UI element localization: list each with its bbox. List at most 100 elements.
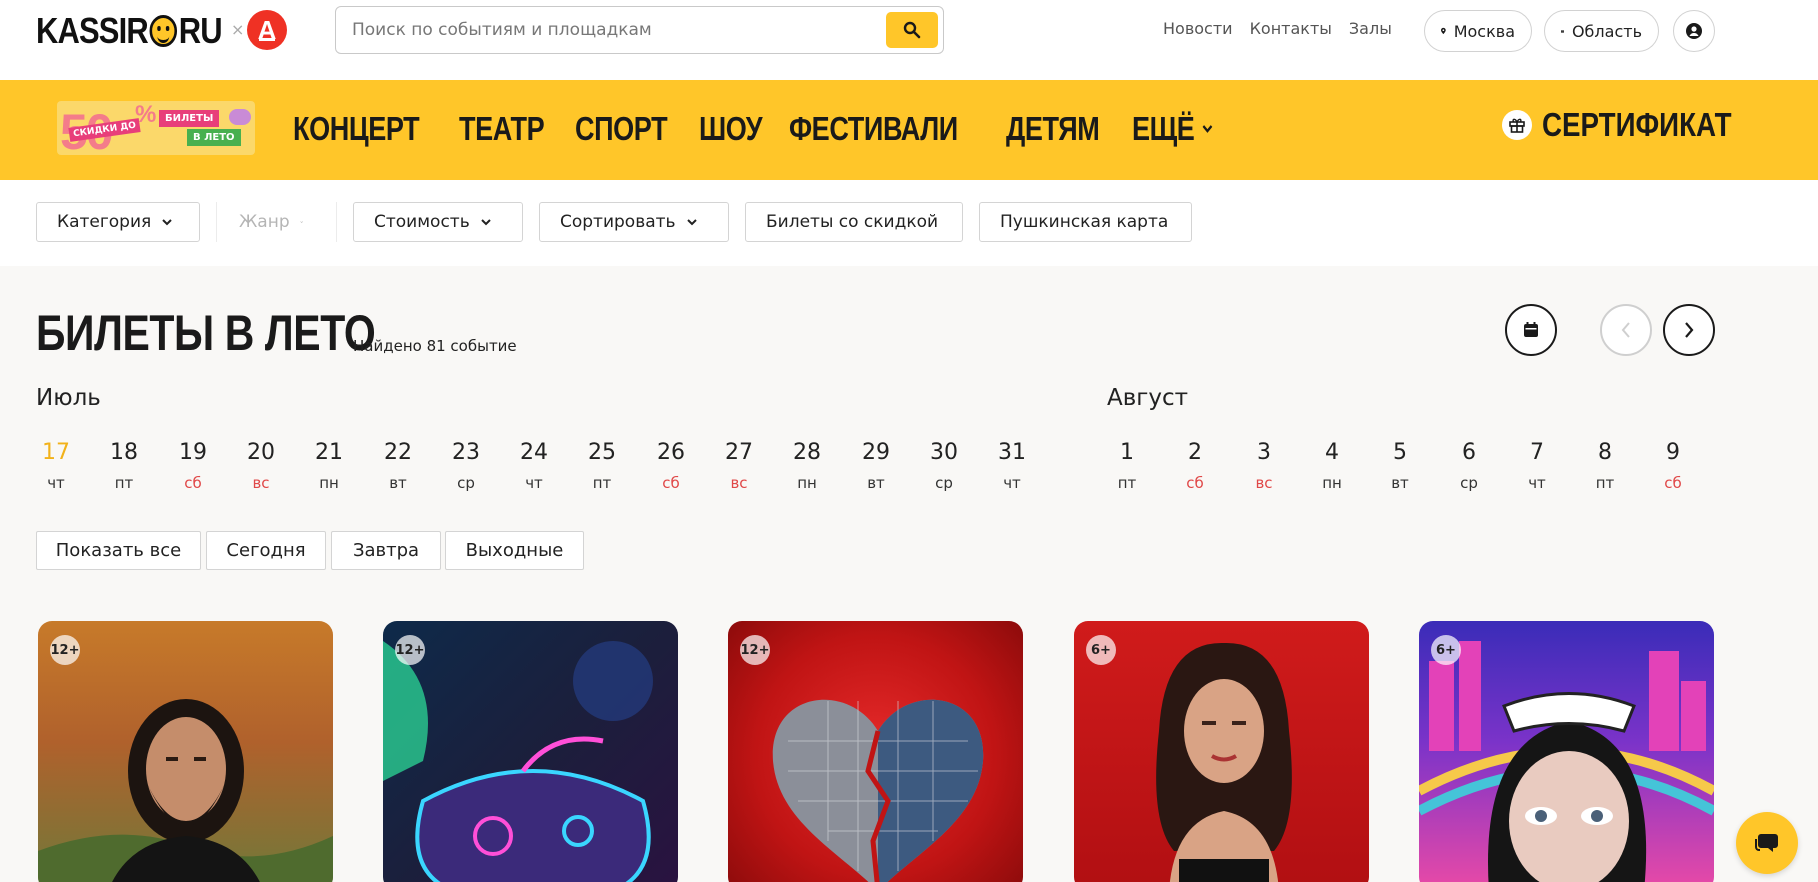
calendar-day[interactable]: 21 пн (304, 440, 354, 492)
calendar-day[interactable]: 18 пт (99, 440, 149, 492)
promo-tickets-label: БИЛЕТЫ (159, 110, 220, 127)
search-button[interactable] (886, 12, 938, 48)
nav-item-concert[interactable]: КОНЦЕРТ (293, 110, 420, 148)
weekend-label: Выходные (465, 540, 564, 561)
site-logo[interactable]: KASSIR RU (36, 10, 223, 51)
event-card[interactable]: 12+ (383, 621, 678, 882)
age-rating-badge: 12+ (740, 635, 770, 665)
certificate-link[interactable]: СЕРТИФИКАТ (1502, 106, 1768, 144)
calendar-day-weekday: вс (252, 474, 270, 492)
chevron-left-icon (1621, 322, 1630, 338)
calendar-day[interactable]: 26 сб (646, 440, 696, 492)
category-filter[interactable]: Категория (36, 202, 200, 242)
age-rating-badge: 6+ (1086, 635, 1116, 665)
discount-tickets-filter[interactable]: Билеты со скидкой (745, 202, 963, 242)
promo-summer-label: В ЛЕТО (187, 129, 241, 146)
calendar-day[interactable]: 1 пт (1102, 440, 1152, 492)
city-selector[interactable]: Москва (1424, 10, 1532, 52)
calendar-day[interactable]: 3 вс (1239, 440, 1289, 492)
calendar-prev-button[interactable] (1600, 304, 1652, 356)
calendar-day[interactable]: 8 пт (1580, 440, 1630, 492)
calendar-day-number: 6 (1462, 440, 1476, 465)
calendar-day[interactable]: 9 сб (1648, 440, 1698, 492)
calendar-day[interactable]: 4 пн (1307, 440, 1357, 492)
event-card[interactable]: 12+ (728, 621, 1023, 882)
calendar-next-button[interactable] (1663, 304, 1715, 356)
nav-item-show[interactable]: ШОУ (699, 110, 763, 148)
nav-item-theatre[interactable]: ТЕАТР (459, 110, 545, 148)
top-links: Новости Контакты Залы (1163, 19, 1392, 38)
age-rating-badge: 12+ (395, 635, 425, 665)
region-label: Область (1571, 21, 1642, 41)
event-image-neon-gamepad (383, 641, 653, 882)
event-card[interactable]: 6+ (1419, 621, 1714, 882)
calendar-day-number: 1 (1120, 440, 1134, 465)
calendar-day[interactable]: 24 чт (509, 440, 559, 492)
calendar-day-weekday: вс (730, 474, 748, 492)
nav-item-sport[interactable]: СПОРТ (575, 110, 668, 148)
filter-bar: Категория Жанр Стоимость Сортировать Бил… (0, 180, 1818, 266)
calendar-day-weekday: ср (457, 474, 475, 492)
calendar-day[interactable]: 7 чт (1512, 440, 1562, 492)
pushkin-card-filter[interactable]: Пушкинская карта (979, 202, 1192, 242)
search-input[interactable] (352, 7, 852, 53)
sort-filter[interactable]: Сортировать (539, 202, 729, 242)
today-button[interactable]: Сегодня (206, 531, 326, 570)
calendar-day[interactable]: 2 сб (1170, 440, 1220, 492)
region-selector[interactable]: Область (1544, 10, 1659, 52)
tomorrow-button[interactable]: Завтра (331, 531, 441, 570)
calendar-day[interactable]: 30 ср (919, 440, 969, 492)
calendar-day[interactable]: 5 вт (1375, 440, 1425, 492)
calendar-day[interactable]: 29 вт (851, 440, 901, 492)
calendar-day-weekday: пт (1117, 474, 1137, 492)
calendar-day-weekday: пн (1322, 474, 1342, 492)
calendar-day[interactable]: 31 чт (987, 440, 1037, 492)
calendar-day-number: 5 (1393, 440, 1407, 465)
calendar-day[interactable]: 20 вс (236, 440, 286, 492)
calendar-day[interactable]: 6 ср (1444, 440, 1494, 492)
calendar-day-number: 7 (1530, 440, 1544, 465)
calendar-day-number: 20 (247, 440, 275, 465)
calendar-day-number: 9 (1666, 440, 1680, 465)
calendar-day[interactable]: 19 сб (168, 440, 218, 492)
certificate-label: СЕРТИФИКАТ (1542, 106, 1732, 143)
calendar-day-number: 27 (725, 440, 753, 465)
discount-tickets-label: Билеты со скидкой (766, 212, 939, 232)
tomorrow-label: Завтра (352, 540, 420, 561)
calendar-day[interactable]: 17 чт (31, 440, 81, 492)
calendar-day[interactable]: 27 вс (714, 440, 764, 492)
promo-banner[interactable]: 50 % СКИДКИ ДО БИЛЕТЫ В ЛЕТО (57, 101, 255, 155)
calendar-day[interactable]: 28 пн (782, 440, 832, 492)
alfa-bank-logo[interactable]: А (247, 10, 287, 50)
link-news[interactable]: Новости (1163, 19, 1233, 38)
link-contacts[interactable]: Контакты (1250, 19, 1332, 38)
calendar-day-weekday: сб (1664, 474, 1682, 492)
show-all-button[interactable]: Показать все (36, 531, 201, 570)
calendar-day[interactable]: 22 вт (373, 440, 423, 492)
search-icon (903, 21, 921, 39)
event-card[interactable]: 6+ (1074, 621, 1369, 882)
filter-divider (336, 202, 337, 242)
price-filter[interactable]: Стоимость (353, 202, 523, 242)
logo-text-right: RU (178, 10, 223, 51)
nav-item-festivals[interactable]: ФЕСТИВАЛИ (789, 110, 958, 148)
weekend-button[interactable]: Выходные (445, 531, 584, 570)
calendar-day-weekday: пт (114, 474, 134, 492)
alfa-letter: А (257, 14, 277, 45)
event-card[interactable]: 12+ (38, 621, 333, 882)
chat-button[interactable] (1736, 812, 1798, 874)
chevron-down-icon (481, 219, 491, 226)
calendar-day-weekday: пт (592, 474, 612, 492)
event-image-pop-art-face (1419, 641, 1714, 882)
genre-filter[interactable]: Жанр (218, 202, 324, 242)
calendar-day[interactable]: 23 ср (441, 440, 491, 492)
calendar-button[interactable] (1505, 304, 1557, 356)
calendar-day-weekday: чт (1528, 474, 1546, 492)
nav-item-more[interactable]: ЕЩЁ (1132, 110, 1214, 148)
nav-item-kids[interactable]: ДЕТЯМ (1006, 110, 1100, 148)
profile-button[interactable] (1673, 10, 1715, 52)
user-icon (1686, 23, 1702, 39)
calendar-day-weekday: чт (1003, 474, 1021, 492)
calendar-day[interactable]: 25 пт (577, 440, 627, 492)
link-halls[interactable]: Залы (1349, 19, 1392, 38)
